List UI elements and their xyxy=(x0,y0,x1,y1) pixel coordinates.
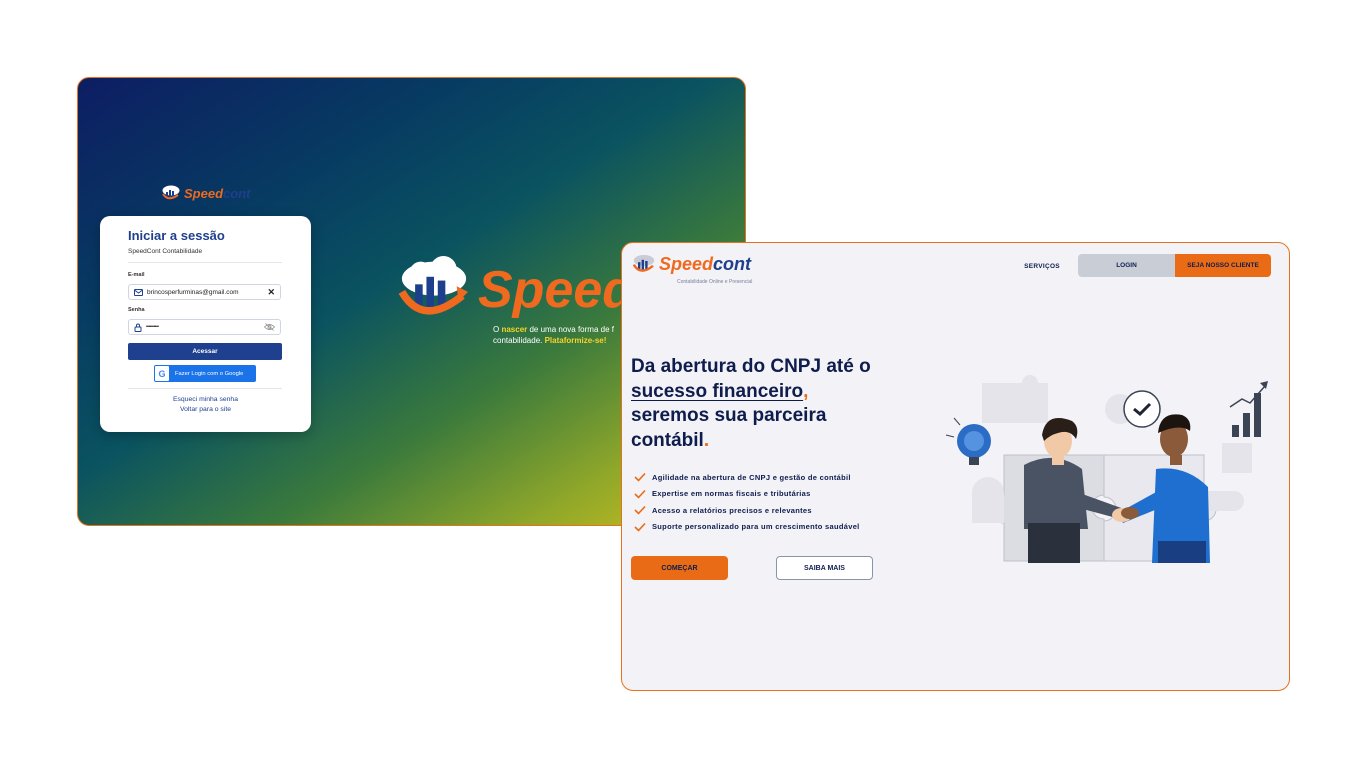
check-icon xyxy=(634,522,646,532)
nav-login-button[interactable]: LOGIN xyxy=(1078,254,1175,277)
hero-line-4: contábil. xyxy=(631,429,710,451)
logo-speed-text: Speed xyxy=(659,253,714,274)
handshake-illustration xyxy=(945,375,1268,563)
feature-item: Expertise em normas fiscais e tributária… xyxy=(634,486,860,503)
saiba-mais-button[interactable]: SAIBA MAIS xyxy=(776,556,873,580)
clear-icon[interactable]: ✕ xyxy=(267,287,275,298)
login-title: Iniciar a sessão xyxy=(128,228,225,243)
logo-speed-text: Speed xyxy=(184,185,224,201)
lightbulb-icon xyxy=(945,417,991,465)
divider xyxy=(128,262,282,263)
cloud-chart-icon xyxy=(632,255,655,272)
back-to-site-link[interactable]: Voltar para o site xyxy=(100,406,311,413)
password-field[interactable]: •••••••••• xyxy=(128,319,281,335)
lock-icon xyxy=(134,323,142,332)
logo-cont-text: cont xyxy=(713,253,752,274)
email-label: E-mail xyxy=(128,272,145,278)
email-value: brincosperfurminas@gmail.com xyxy=(147,288,239,296)
email-field[interactable]: brincosperfurminas@gmail.com ✕ xyxy=(128,284,281,300)
check-icon xyxy=(634,489,646,499)
google-login-label: Fazer Login com o Google xyxy=(175,370,244,377)
mail-icon xyxy=(134,288,143,296)
tagline-line-1: O nascer de uma nova forma de f xyxy=(493,325,614,334)
feature-item: Suporte personalizado para um cresciment… xyxy=(634,519,860,536)
logo-tagline: Contabilidade Online e Presencial xyxy=(677,279,753,285)
eye-off-icon[interactable] xyxy=(264,323,275,331)
promo-logo-text: Speed xyxy=(478,261,635,319)
divider xyxy=(128,388,282,389)
site-logo[interactable]: Speed cont Contabilidade Online e Presenc… xyxy=(632,253,752,285)
feature-item: Agilidade na abertura de CNPJ e gestão d… xyxy=(634,469,860,486)
hero-title: Da abertura do CNPJ até o sucesso financ… xyxy=(631,355,901,453)
hero-line-3: seremos sua parceira xyxy=(631,405,827,426)
hero-line-2: sucesso financeiro, xyxy=(631,380,809,402)
check-bubble-icon xyxy=(1105,390,1161,428)
feature-item: Acesso a relatórios precisos e relevante… xyxy=(634,502,860,519)
login-logo: Speed cont xyxy=(161,184,250,202)
cloud-chart-icon xyxy=(398,256,468,315)
login-card: Iniciar a sessão SpeedCont Contabilidade… xyxy=(100,216,311,432)
promo-logo: Speed xyxy=(396,256,634,324)
check-icon xyxy=(634,473,646,482)
hero-line-1: Da abertura do CNPJ até o xyxy=(631,356,871,377)
check-icon xyxy=(634,506,646,515)
password-value: •••••••••• xyxy=(146,324,159,330)
google-login-button[interactable]: G Fazer Login com o Google xyxy=(154,365,256,382)
logo-cont-text: cont xyxy=(223,185,251,201)
promo-tagline: O nascer de uma nova forma de f contabil… xyxy=(493,324,614,346)
cloud-chart-icon xyxy=(162,185,180,200)
tagline-line-2: contabilidade. Plataformize-se! xyxy=(493,336,607,345)
comecar-button[interactable]: COMEÇAR xyxy=(631,556,728,580)
submit-button[interactable]: Acessar xyxy=(128,343,282,360)
feature-list: Agilidade na abertura de CNPJ e gestão d… xyxy=(634,469,860,535)
nav-servicos[interactable]: SERVIÇOS xyxy=(1012,256,1072,276)
nav-cliente-button[interactable]: SEJA NOSSO CLIENTE xyxy=(1175,254,1271,277)
password-label: Senha xyxy=(128,307,145,313)
forgot-password-link[interactable]: Esqueci minha senha xyxy=(100,396,311,403)
login-subtitle: SpeedCont Contabilidade xyxy=(128,248,203,255)
google-icon: G xyxy=(155,366,169,381)
site-window: Speed cont Contabilidade Online e Presenc… xyxy=(621,242,1290,691)
growth-chart-icon xyxy=(1229,381,1268,437)
